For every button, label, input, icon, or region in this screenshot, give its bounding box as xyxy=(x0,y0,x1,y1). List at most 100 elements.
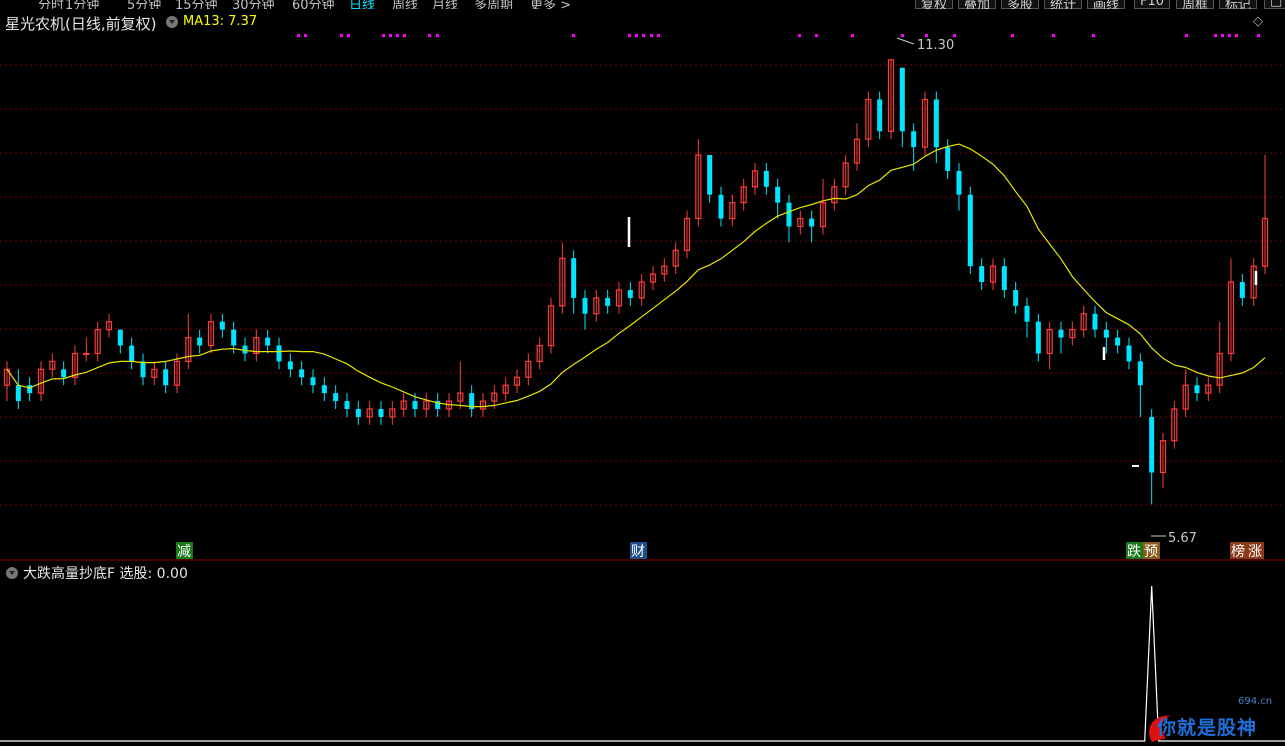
top-marker xyxy=(340,34,343,37)
top-marker xyxy=(1052,34,1055,37)
event-tag: 财 xyxy=(630,542,647,560)
top-marker xyxy=(1185,34,1188,37)
candle-down xyxy=(967,194,973,267)
candle-down xyxy=(627,289,633,298)
candle-down xyxy=(265,337,271,346)
event-tag-text: 预 xyxy=(1144,544,1158,560)
price-grid xyxy=(0,64,1285,506)
top-marker xyxy=(657,34,660,37)
candle-down xyxy=(1092,313,1098,330)
candle-down xyxy=(27,385,33,394)
top-marker xyxy=(403,34,406,37)
top-marker xyxy=(925,34,928,37)
indicator-value: 选股: 0.00 xyxy=(119,566,188,582)
candle-down xyxy=(809,218,815,227)
top-marker xyxy=(628,34,631,37)
candle-down xyxy=(1001,266,1007,290)
ma13-line xyxy=(6,143,1266,408)
top-marker xyxy=(347,34,350,37)
top-marker xyxy=(1011,34,1014,37)
candle-down xyxy=(707,155,713,195)
candle-down xyxy=(1126,345,1132,362)
candle-down xyxy=(310,377,316,386)
candle-up xyxy=(83,352,90,356)
candle-down xyxy=(763,170,769,187)
candles xyxy=(3,59,1269,505)
top-marker xyxy=(297,34,300,37)
candle-down xyxy=(355,409,361,417)
candle-down xyxy=(911,131,917,148)
candle-down xyxy=(1239,282,1245,298)
top-marker xyxy=(1235,34,1238,37)
top-marker xyxy=(815,34,818,37)
top-marker xyxy=(428,34,431,37)
candle-down xyxy=(412,401,418,410)
candle-down xyxy=(276,345,282,362)
signal-marks xyxy=(627,217,1258,467)
min-price-label: 5.67 xyxy=(1168,531,1197,546)
candle-down xyxy=(571,258,577,298)
top-marker xyxy=(436,34,439,37)
candle-down xyxy=(1103,329,1109,338)
event-tag-text: 跌 xyxy=(1127,544,1141,560)
candle-down xyxy=(299,369,305,378)
top-marker xyxy=(1214,34,1217,37)
event-tag-text: 财 xyxy=(631,544,645,560)
event-labels: 减 财 跌预 榜涨 xyxy=(176,542,1264,560)
candle-down xyxy=(945,147,951,171)
candle-down xyxy=(140,361,146,378)
indicator-line xyxy=(0,585,1285,742)
top-marker xyxy=(642,34,645,37)
top-marker xyxy=(572,34,575,37)
candle-down xyxy=(163,369,169,386)
candle-down xyxy=(1058,329,1064,338)
candle-down xyxy=(979,266,985,283)
top-marker xyxy=(1257,34,1260,37)
indicator-name: 大跌高量抄底F xyxy=(23,566,116,582)
price-chart: 11.30 5.67 减 财 跌预 榜涨 xyxy=(0,34,1285,742)
top-marker xyxy=(851,34,854,37)
candle-down xyxy=(1194,385,1200,394)
candle-down xyxy=(786,202,792,227)
top-marker xyxy=(389,34,392,37)
candle-down xyxy=(1013,289,1019,306)
top-marker xyxy=(635,34,638,37)
candle-down xyxy=(605,297,611,306)
candle-down xyxy=(287,361,293,370)
candle-down xyxy=(956,170,962,195)
max-pointer xyxy=(896,37,915,45)
candle-down xyxy=(1115,337,1121,346)
event-tag: 榜 xyxy=(1230,542,1247,560)
event-tag: 涨 xyxy=(1247,542,1264,560)
top-markers xyxy=(297,34,1260,37)
watermark-site: 694.cn xyxy=(1238,696,1273,707)
candle-down xyxy=(378,409,384,417)
candle-down xyxy=(219,321,225,330)
candle-down xyxy=(344,401,350,410)
candle-down xyxy=(1024,305,1030,322)
candle-down xyxy=(582,297,588,314)
event-tag-text: 榜 xyxy=(1231,543,1245,560)
candle-down xyxy=(333,393,339,402)
candle-down xyxy=(718,194,724,219)
top-marker xyxy=(1228,34,1231,37)
max-price-label: 11.30 xyxy=(917,38,954,53)
watermark-text: 你就是股神 xyxy=(1157,717,1258,739)
event-tag-text: 减 xyxy=(177,544,191,560)
top-marker xyxy=(396,34,399,37)
candle-down xyxy=(242,345,248,354)
candle-down xyxy=(129,345,135,362)
candle-down xyxy=(775,186,781,203)
top-marker xyxy=(901,34,904,37)
candle-down xyxy=(933,99,939,148)
indicator-menu-icon[interactable] xyxy=(6,567,18,579)
candle-down xyxy=(899,67,905,132)
candle-down xyxy=(197,337,203,346)
top-marker xyxy=(1221,34,1224,37)
top-marker xyxy=(304,34,307,37)
event-tag: 减 xyxy=(176,542,193,560)
top-marker xyxy=(953,34,956,37)
top-marker xyxy=(650,34,653,37)
event-tag: 预 xyxy=(1143,542,1160,560)
candle-down xyxy=(877,99,883,132)
